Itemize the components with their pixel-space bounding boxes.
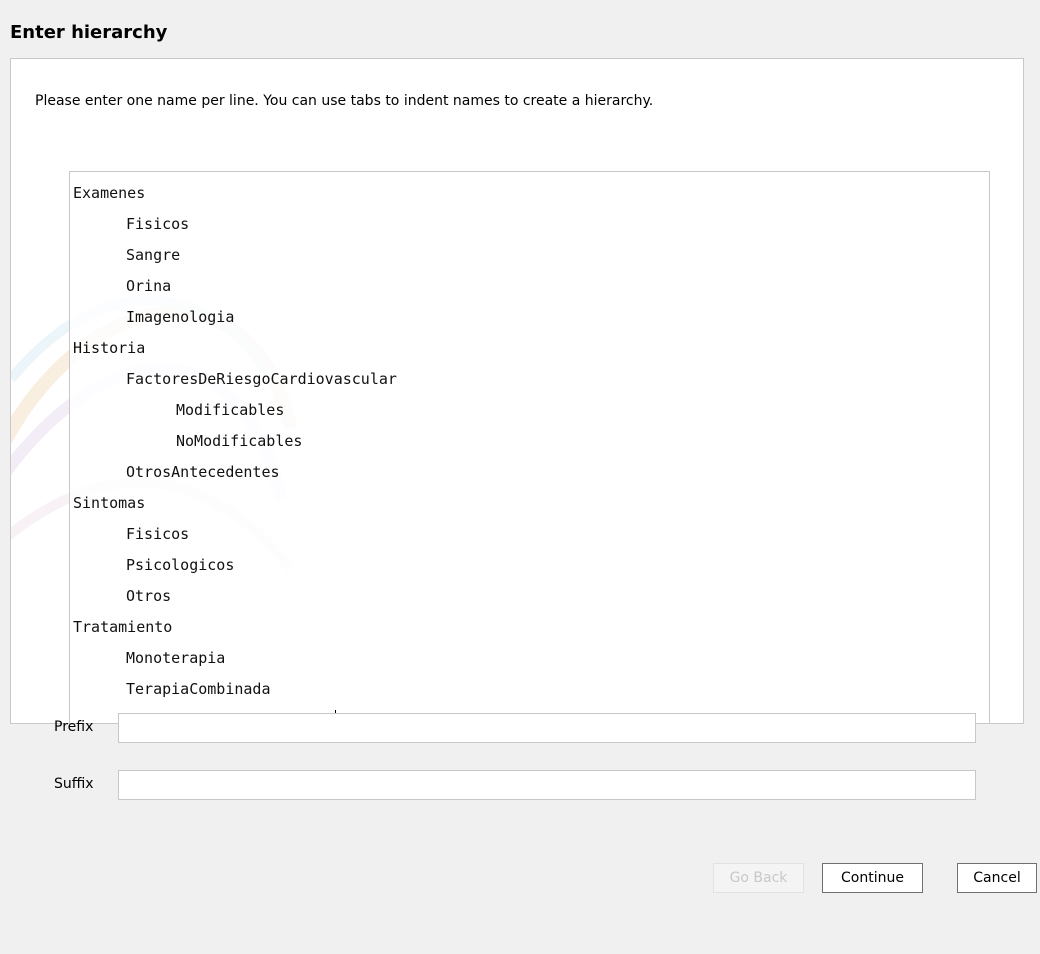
hierarchy-line: Psicologicos	[73, 550, 397, 581]
hierarchy-line-text: Monoterapia	[126, 649, 226, 667]
hierarchy-line-text: Otros	[126, 587, 172, 605]
cancel-button[interactable]: Cancel	[957, 863, 1037, 893]
hierarchy-line: Tratamiento	[73, 612, 397, 643]
hierarchy-line-text: TerapiaCombinada	[126, 680, 271, 698]
hierarchy-line-text: Examenes	[73, 184, 146, 202]
hierarchy-line-text: Fisicos	[126, 525, 190, 543]
hierarchy-line: Sangre	[73, 240, 397, 271]
hierarchy-line-text: Orina	[126, 277, 172, 295]
hierarchy-line: Examenes	[73, 178, 397, 209]
hierarchy-line-text: Historia	[73, 339, 146, 357]
hierarchy-line: OtrosAntecedentes	[73, 457, 397, 488]
hierarchy-line-text: Psicologicos	[126, 556, 235, 574]
suffix-label: Suffix	[54, 776, 94, 792]
hierarchy-line: Otros	[73, 581, 397, 612]
hierarchy-line-text: Modificables	[176, 401, 285, 419]
prefix-input[interactable]	[118, 713, 976, 743]
hierarchy-line-text: Imagenologia	[126, 308, 235, 326]
hierarchy-line: FactoresDeRiesgoCardiovascular	[73, 364, 397, 395]
suffix-input[interactable]	[118, 770, 976, 800]
hierarchy-line: Monoterapia	[73, 643, 397, 674]
continue-button[interactable]: Continue	[822, 863, 923, 893]
hierarchy-line: Imagenologia	[73, 302, 397, 333]
hierarchy-line: TerapiaCombinada	[73, 674, 397, 705]
hierarchy-lines: Examenes Fisicos Sangre Orina Imagenologia Hi…	[73, 178, 397, 723]
hierarchy-line: Fisicos	[73, 519, 397, 550]
instructions-text: Please enter one name per line. You can …	[35, 93, 654, 109]
hierarchy-line: Fisicos	[73, 209, 397, 240]
hierarchy-line: Modificables	[73, 395, 397, 426]
prefix-label: Prefix	[54, 719, 94, 735]
content-panel: Please enter one name per line. You can …	[10, 58, 1024, 724]
go-back-button[interactable]: Go Back	[713, 863, 804, 893]
hierarchy-line-text: Sintomas	[73, 494, 146, 512]
hierarchy-line-text: Fisicos	[126, 215, 190, 233]
hierarchy-line: Historia	[73, 333, 397, 364]
hierarchy-line: Sintomas	[73, 488, 397, 519]
hierarchy-line-text: Sangre	[126, 246, 181, 264]
hierarchy-line-text: FactoresDeRiesgoCardiovascular	[126, 370, 397, 388]
hierarchy-line: NoModificables	[73, 426, 397, 457]
hierarchy-line-text: OtrosAntecedentes	[126, 463, 280, 481]
dialog-title: Enter hierarchy	[10, 22, 168, 43]
hierarchy-textarea[interactable]: Examenes Fisicos Sangre Orina Imagenologia Hi…	[69, 171, 990, 723]
hierarchy-line: Orina	[73, 271, 397, 302]
hierarchy-line-text: NoModificables	[176, 432, 303, 450]
hierarchy-line-text: Tratamiento	[73, 618, 173, 636]
